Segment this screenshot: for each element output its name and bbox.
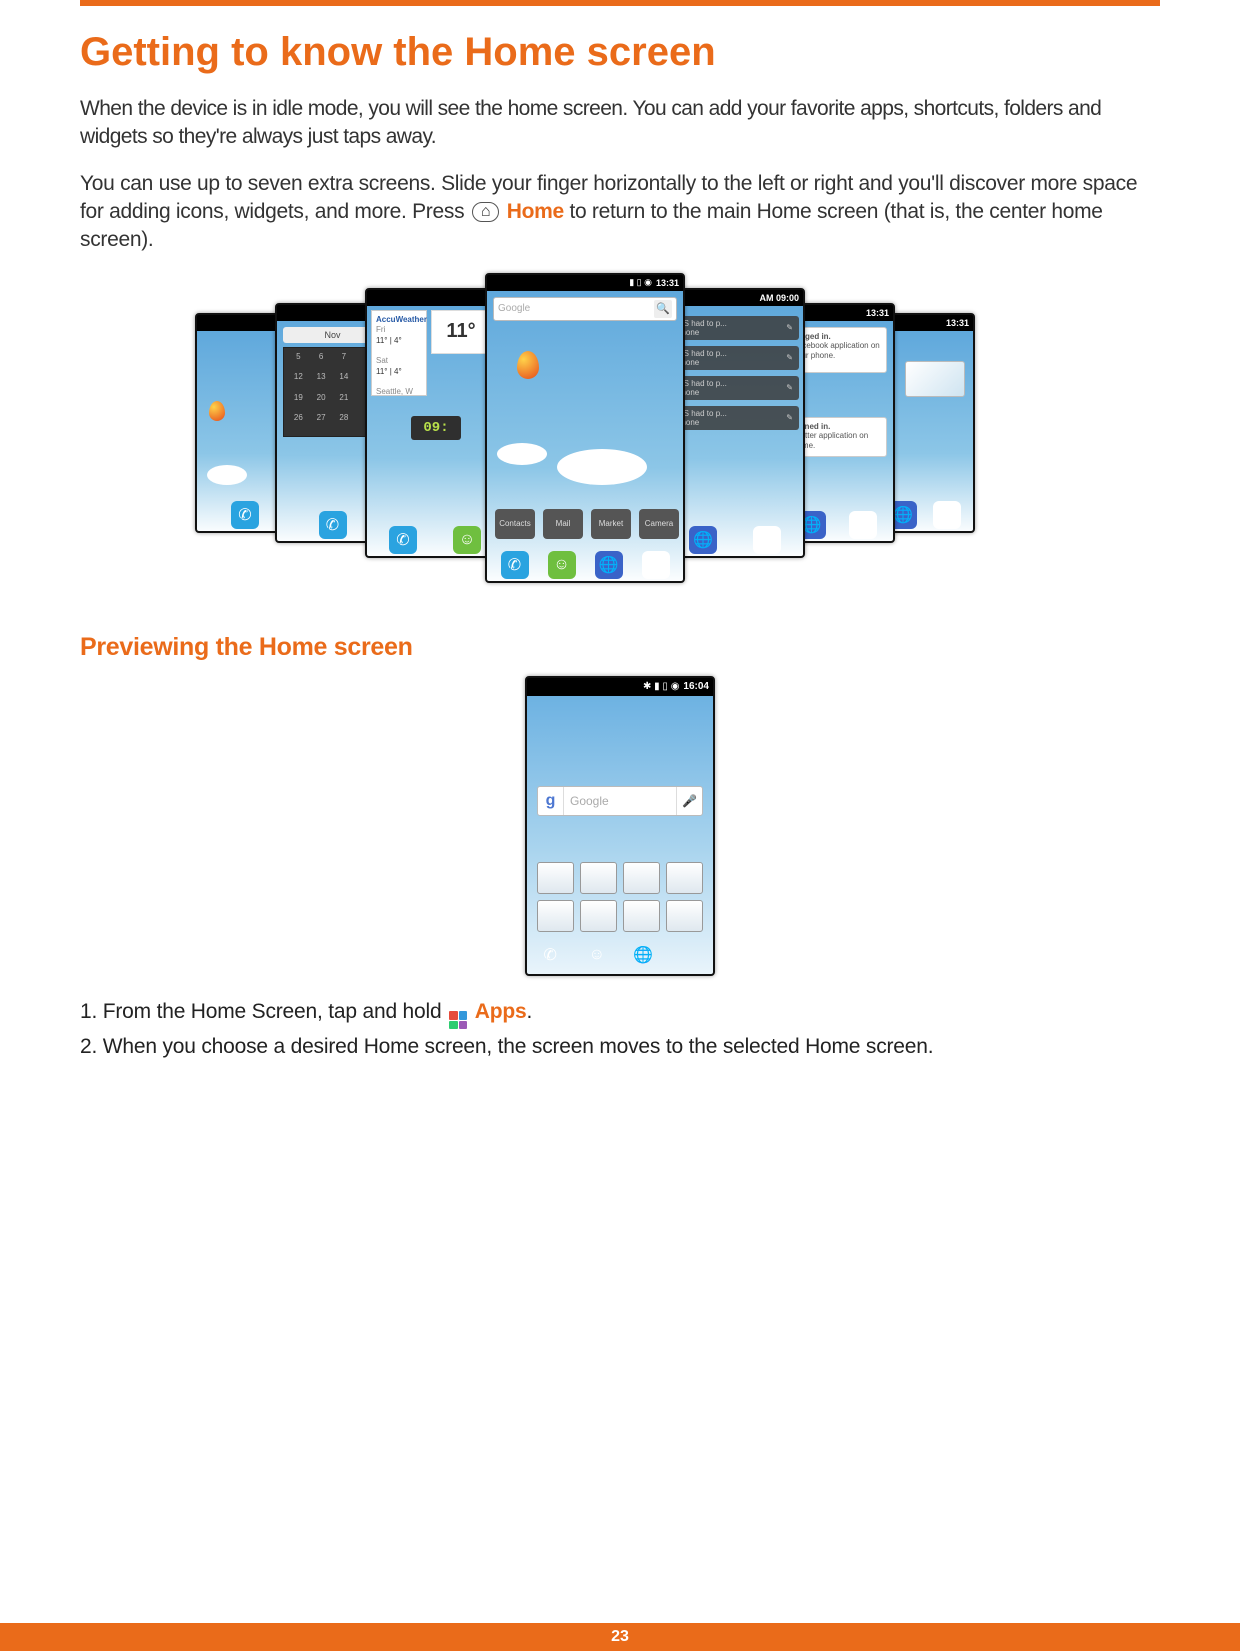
widget-placeholder xyxy=(905,361,965,397)
status-icons: ✱ ▮ ▯ ◉ xyxy=(643,681,679,692)
page-footer: 23 xyxy=(0,1623,1240,1651)
temperature: 11° xyxy=(431,310,491,354)
status-bar: ▮ ▯ ◉ 13:31 xyxy=(487,275,683,291)
home-label: Home xyxy=(507,200,564,223)
status-time: 16:04 xyxy=(683,681,709,692)
intro-paragraph-1: When the device is in idle mode, you wil… xyxy=(80,95,1160,152)
search-placeholder: Google xyxy=(498,303,530,314)
dock: ✆ ☺ 🌐 xyxy=(487,545,683,583)
home-thumb xyxy=(623,900,660,932)
fan-screen-3: AccuWeather Fri 11° | 4° Sat 11° | 4° Se… xyxy=(365,288,505,558)
messages-icon: ☺ xyxy=(453,526,481,554)
browser-icon: 🌐 xyxy=(629,941,657,969)
mic-icon: 🎤 xyxy=(676,787,702,815)
preview-screenshot: ✱ ▮ ▯ ◉ 16:04 g Google 🎤 xyxy=(80,676,1160,976)
home-thumb xyxy=(537,900,574,932)
status-bar xyxy=(367,290,503,306)
notification-row: MS had to p...phone✎ xyxy=(671,346,799,370)
status-bar: AM 09:00 xyxy=(667,290,803,306)
contacts-app-icon: Contacts xyxy=(495,509,535,539)
page-title: Getting to know the Home screen xyxy=(80,30,1160,75)
digital-clock: 09: xyxy=(411,416,461,440)
phone-icon: ✆ xyxy=(231,501,259,529)
google-g-icon: g xyxy=(538,787,564,815)
section-subtitle: Previewing the Home screen xyxy=(80,633,1160,662)
status-time: AM 09:00 xyxy=(759,293,799,303)
fan-screen-center: ▮ ▯ ◉ 13:31 Google 🔍 Contacts Mail Marke… xyxy=(485,273,685,583)
phone-icon: ✆ xyxy=(501,551,529,579)
apps-icon-inline xyxy=(449,1011,467,1029)
page-content: Getting to know the Home screen When the… xyxy=(80,30,1160,1065)
status-time: 13:31 xyxy=(946,318,969,328)
apps-icon xyxy=(753,526,781,554)
status-bar: ✱ ▮ ▯ ◉ 16:04 xyxy=(527,678,713,696)
intro-paragraph-2: You can use up to seven extra screens. S… xyxy=(80,170,1160,255)
preview-phone: ✱ ▮ ▯ ◉ 16:04 g Google 🎤 xyxy=(525,676,715,976)
home-thumb xyxy=(666,862,703,894)
browser-icon: 🌐 xyxy=(689,526,717,554)
home-screens-fan: ✆ Nov 567 121314 192021 262728 ✆ xyxy=(195,273,1045,593)
search-icon: 🔍 xyxy=(654,300,672,318)
browser-icon: 🌐 xyxy=(595,551,623,579)
dock: 🌐 xyxy=(667,520,803,558)
camera-app-icon: Camera xyxy=(639,509,679,539)
apps-icon xyxy=(849,511,877,539)
phone-icon: ✆ xyxy=(319,511,347,539)
page-number: 23 xyxy=(611,1628,629,1646)
apps-icon xyxy=(933,501,961,529)
phone-icon: ✆ xyxy=(389,526,417,554)
messages-icon: ☺ xyxy=(583,941,611,969)
mail-app-icon: Mail xyxy=(543,509,583,539)
status-icons: ▮ ▯ ◉ xyxy=(629,277,652,288)
dock: ✆ ☺ xyxy=(367,520,503,558)
home-screen-thumbnails xyxy=(537,862,703,932)
dock: ✆ ☺ 🌐 xyxy=(527,936,713,974)
messages-icon: ☺ xyxy=(548,551,576,579)
google-search-bar: Google 🔍 xyxy=(493,297,677,321)
apps-icon xyxy=(642,551,670,579)
fan-screen-5: AM 09:00 MS had to p...phone✎ MS had to … xyxy=(665,288,805,558)
notification-row: MS had to p...phone✎ xyxy=(671,316,799,340)
home-thumb xyxy=(666,900,703,932)
apps-label: Apps xyxy=(475,1000,527,1023)
phone-icon: ✆ xyxy=(536,941,564,969)
status-time: 13:31 xyxy=(866,308,889,318)
home-thumb xyxy=(537,862,574,894)
market-app-icon: Market xyxy=(591,509,631,539)
weather-widget: AccuWeather Fri 11° | 4° Sat 11° | 4° Se… xyxy=(371,310,427,396)
apps-icon xyxy=(676,941,704,969)
google-search-bar: g Google 🎤 xyxy=(537,786,703,816)
notification-row: MS had to p...phone✎ xyxy=(671,406,799,430)
step-2: 2. When you choose a desired Home screen… xyxy=(80,1035,1160,1059)
status-time: 13:31 xyxy=(656,278,679,288)
home-thumb xyxy=(580,900,617,932)
home-thumb xyxy=(623,862,660,894)
home-thumb xyxy=(580,862,617,894)
search-placeholder: Google xyxy=(564,794,676,808)
home-button-icon: ⌂ xyxy=(472,202,499,222)
top-rule xyxy=(80,0,1160,6)
step-1: 1. From the Home Screen, tap and hold Ap… xyxy=(80,1000,1160,1030)
notification-row: MS had to p...phone✎ xyxy=(671,376,799,400)
